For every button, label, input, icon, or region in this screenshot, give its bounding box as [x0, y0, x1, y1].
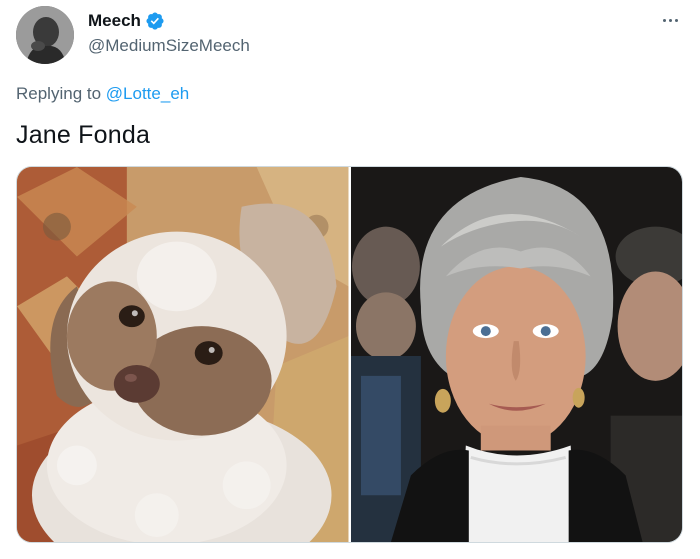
replying-to-line: Replying to @Lotte_eh — [16, 84, 189, 104]
more-dot-icon — [662, 18, 666, 22]
author-name-row[interactable]: Meech — [88, 11, 165, 31]
media-photo-dog[interactable] — [17, 167, 349, 542]
media-grid — [16, 166, 683, 543]
more-dot-icon — [674, 18, 678, 22]
author-avatar[interactable] — [16, 6, 74, 64]
media-photo-portrait[interactable] — [350, 167, 682, 542]
replying-to-label: Replying to — [16, 84, 102, 103]
woman-portrait-photo-icon — [350, 167, 682, 542]
tweet-text: Jane Fonda — [16, 121, 151, 149]
author-handle[interactable]: @MediumSizeMeech — [88, 36, 250, 56]
verified-badge-icon — [146, 12, 164, 30]
more-dot-icon — [668, 18, 672, 22]
reply-target-link[interactable]: @Lotte_eh — [106, 84, 189, 103]
author-display-name[interactable]: Meech — [88, 11, 141, 31]
profile-avatar-icon — [16, 6, 74, 64]
more-options-button[interactable] — [658, 8, 682, 32]
dog-photo-icon — [17, 167, 349, 542]
